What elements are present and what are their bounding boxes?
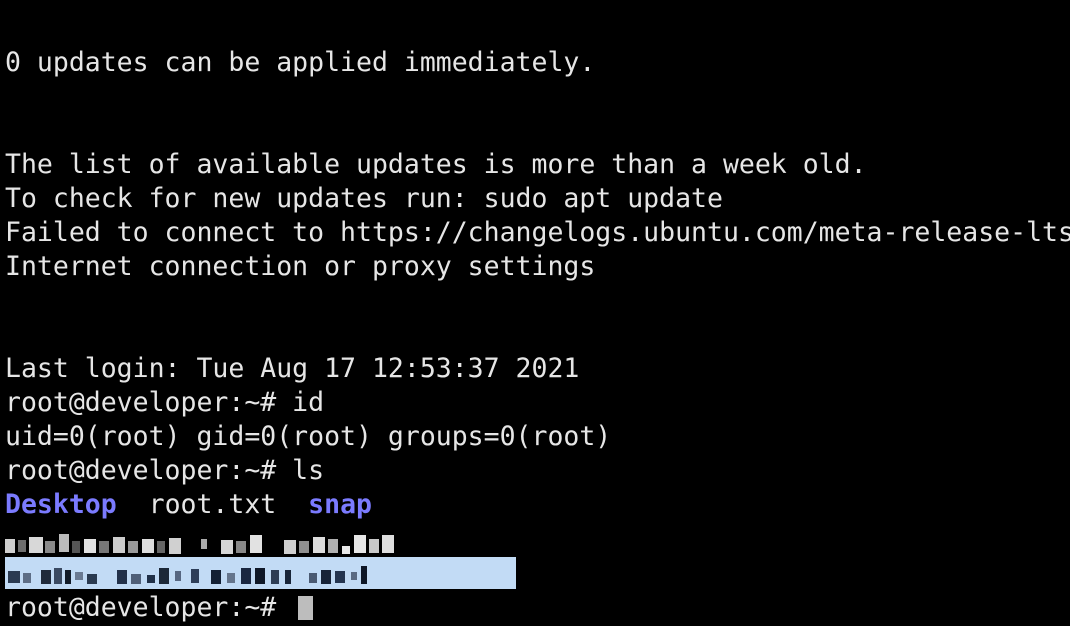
- motd-updates-line: 0 updates can be applied immediately.: [5, 47, 596, 78]
- terminal-window[interactable]: 0 updates can be applied immediately. Th…: [0, 0, 1070, 626]
- terminal-cursor: [298, 596, 314, 620]
- motd-failed-connect-line: Failed to connect to https://changelogs.…: [5, 217, 1070, 248]
- redacted-flag-output: [8, 562, 513, 586]
- final-prompt-line[interactable]: root@developer:~#: [5, 592, 314, 623]
- prompt-id-line: root@developer:~# id: [5, 387, 325, 418]
- final-prompt: root@developer:~#: [5, 592, 293, 623]
- ls-separator: [276, 489, 308, 520]
- motd-internet-line: Internet connection or proxy settings: [5, 251, 596, 282]
- dir-snap: snap: [308, 489, 372, 520]
- prompt-ls-line: root@developer:~# ls: [5, 455, 325, 486]
- dir-desktop: Desktop: [5, 489, 117, 520]
- file-root-txt: root.txt: [148, 489, 277, 520]
- last-login-line: Last login: Tue Aug 17 12:53:37 2021: [5, 353, 580, 384]
- ls-output-line: Desktop root.txt snap: [5, 490, 372, 520]
- motd-list-old-line: The list of available updates is more th…: [5, 149, 867, 180]
- ls-separator: [117, 489, 149, 520]
- motd-check-updates-line: To check for new updates run: sudo apt u…: [5, 183, 723, 214]
- id-output-line: uid=0(root) gid=0(root) groups=0(root): [5, 421, 612, 452]
- redacted-command-line: [5, 528, 490, 554]
